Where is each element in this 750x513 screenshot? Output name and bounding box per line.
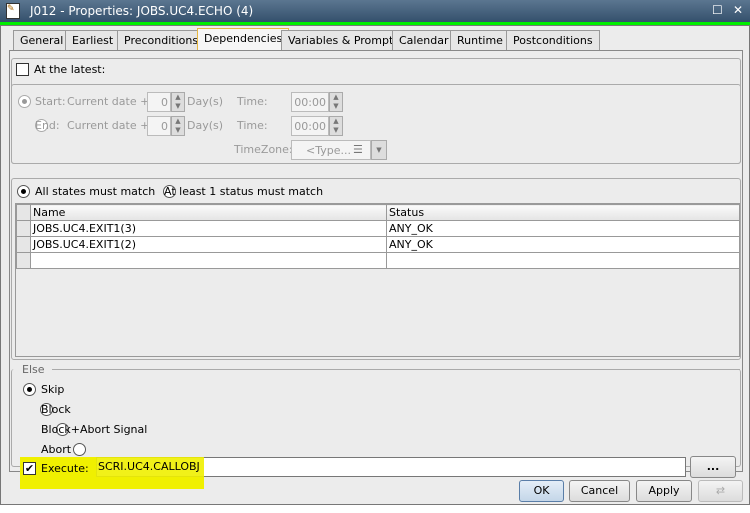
title-bar: ✎ J012 - Properties: JOBS.UC4.ECHO (4) ☐… [0, 0, 750, 22]
execute-checkbox[interactable]: ✔ [23, 462, 36, 475]
block-label: Block [41, 403, 71, 416]
name-cell[interactable]: JOBS.UC4.EXIT1(3) [30, 220, 387, 237]
start-time-label: Time: [237, 95, 268, 108]
cancel-button[interactable]: Cancel [569, 480, 630, 502]
dependency-table: Name Status JOBS.UC4.EXIT1(3) ANY_OK JOBS.… [16, 204, 740, 269]
at-least-one-label: At least 1 status must match [164, 185, 324, 198]
start-label: Start: [35, 95, 66, 108]
skip-radio[interactable] [23, 383, 36, 396]
dependency-table-container: Name Status JOBS.UC4.EXIT1(3) ANY_OK JOBS.… [15, 203, 740, 357]
tab-general[interactable]: General [13, 30, 71, 50]
table-row-empty[interactable] [16, 252, 740, 269]
tab-calendar[interactable]: Calendar [392, 30, 456, 50]
start-days-input[interactable]: 0 [147, 92, 171, 112]
skip-label: Skip [41, 383, 65, 396]
execute-value: SCRI.UC4.CALLOBJ [98, 460, 200, 473]
execute-label: Execute: [41, 462, 89, 475]
else-title: Else [22, 363, 45, 376]
apply-button[interactable]: Apply [636, 480, 692, 502]
end-time-input[interactable]: 00:00 [291, 116, 329, 136]
table-header: Name Status [16, 204, 740, 221]
end-days-spinner[interactable]: ▲ ▼ [171, 116, 185, 136]
maximize-icon[interactable]: ☐ [712, 3, 723, 17]
start-days-label: Day(s) [187, 95, 224, 108]
end-time-label: Time: [237, 119, 268, 132]
tab-postconditions[interactable]: Postconditions [506, 30, 600, 50]
end-label: End: [35, 119, 60, 132]
abort-label: Abort [41, 443, 72, 456]
tab-dependencies[interactable]: Dependencies [197, 28, 290, 51]
table-row[interactable]: JOBS.UC4.EXIT1(3) ANY_OK [16, 220, 740, 237]
tab-runtime[interactable]: Runtime [450, 30, 510, 50]
name-cell[interactable]: JOBS.UC4.EXIT1(2) [30, 236, 387, 253]
close-icon[interactable]: ✕ [733, 3, 743, 17]
start-time-input[interactable]: 00:00 [291, 92, 329, 112]
at-latest-group: At the latest: Start: Current date + 0 ▲… [11, 58, 741, 164]
status-cell[interactable]: ANY_OK [386, 220, 740, 237]
start-time-spinner[interactable]: ▲ ▼ [329, 92, 343, 112]
start-radio[interactable] [18, 95, 31, 108]
list-icon[interactable]: ☰ [353, 143, 363, 156]
abort-radio[interactable] [72, 443, 86, 456]
properties-icon: ✎ [6, 3, 20, 19]
tab-earliest[interactable]: Earliest [65, 30, 121, 50]
block-abort-label: Block+Abort Signal [41, 423, 148, 436]
table-row[interactable]: JOBS.UC4.EXIT1(2) ANY_OK [16, 236, 740, 253]
all-states-radio[interactable] [17, 185, 30, 198]
column-status[interactable]: Status [386, 204, 740, 221]
timezone-label: TimeZone: [234, 143, 293, 156]
start-days-spinner[interactable]: ▲ ▼ [171, 92, 185, 112]
start-current-date-label: Current date + [67, 95, 150, 108]
at-latest-label: At the latest: [34, 63, 106, 76]
status-cell[interactable]: ANY_OK [386, 236, 740, 253]
tab-preconditions[interactable]: Preconditions [117, 30, 206, 50]
toggle-icon-button[interactable]: ⇄ [698, 480, 743, 502]
tab-variables-prompts[interactable]: Variables & Prompts [281, 30, 407, 50]
browse-button[interactable]: ... [690, 456, 736, 478]
all-states-label: All states must match [35, 185, 156, 198]
end-days-label: Day(s) [187, 119, 224, 132]
else-group: Else Skip Block Block+Abort Signal Abort… [11, 363, 741, 489]
end-current-date-label: Current date + [67, 119, 150, 132]
ok-button[interactable]: OK [519, 480, 564, 502]
properties-window: General Earliest Preconditions Dependenc… [0, 25, 750, 505]
column-name[interactable]: Name [30, 204, 387, 221]
dependency-group: All states must match At least 1 status … [11, 178, 741, 360]
dependencies-panel: At the latest: Start: Current date + 0 ▲… [9, 50, 743, 489]
at-latest-checkbox[interactable] [16, 63, 29, 76]
end-days-input[interactable]: 0 [147, 116, 171, 136]
chevron-down-icon[interactable]: ▼ [371, 140, 387, 160]
end-time-spinner[interactable]: ▲ ▼ [329, 116, 343, 136]
window-title: J012 - Properties: JOBS.UC4.ECHO (4) [30, 4, 254, 18]
